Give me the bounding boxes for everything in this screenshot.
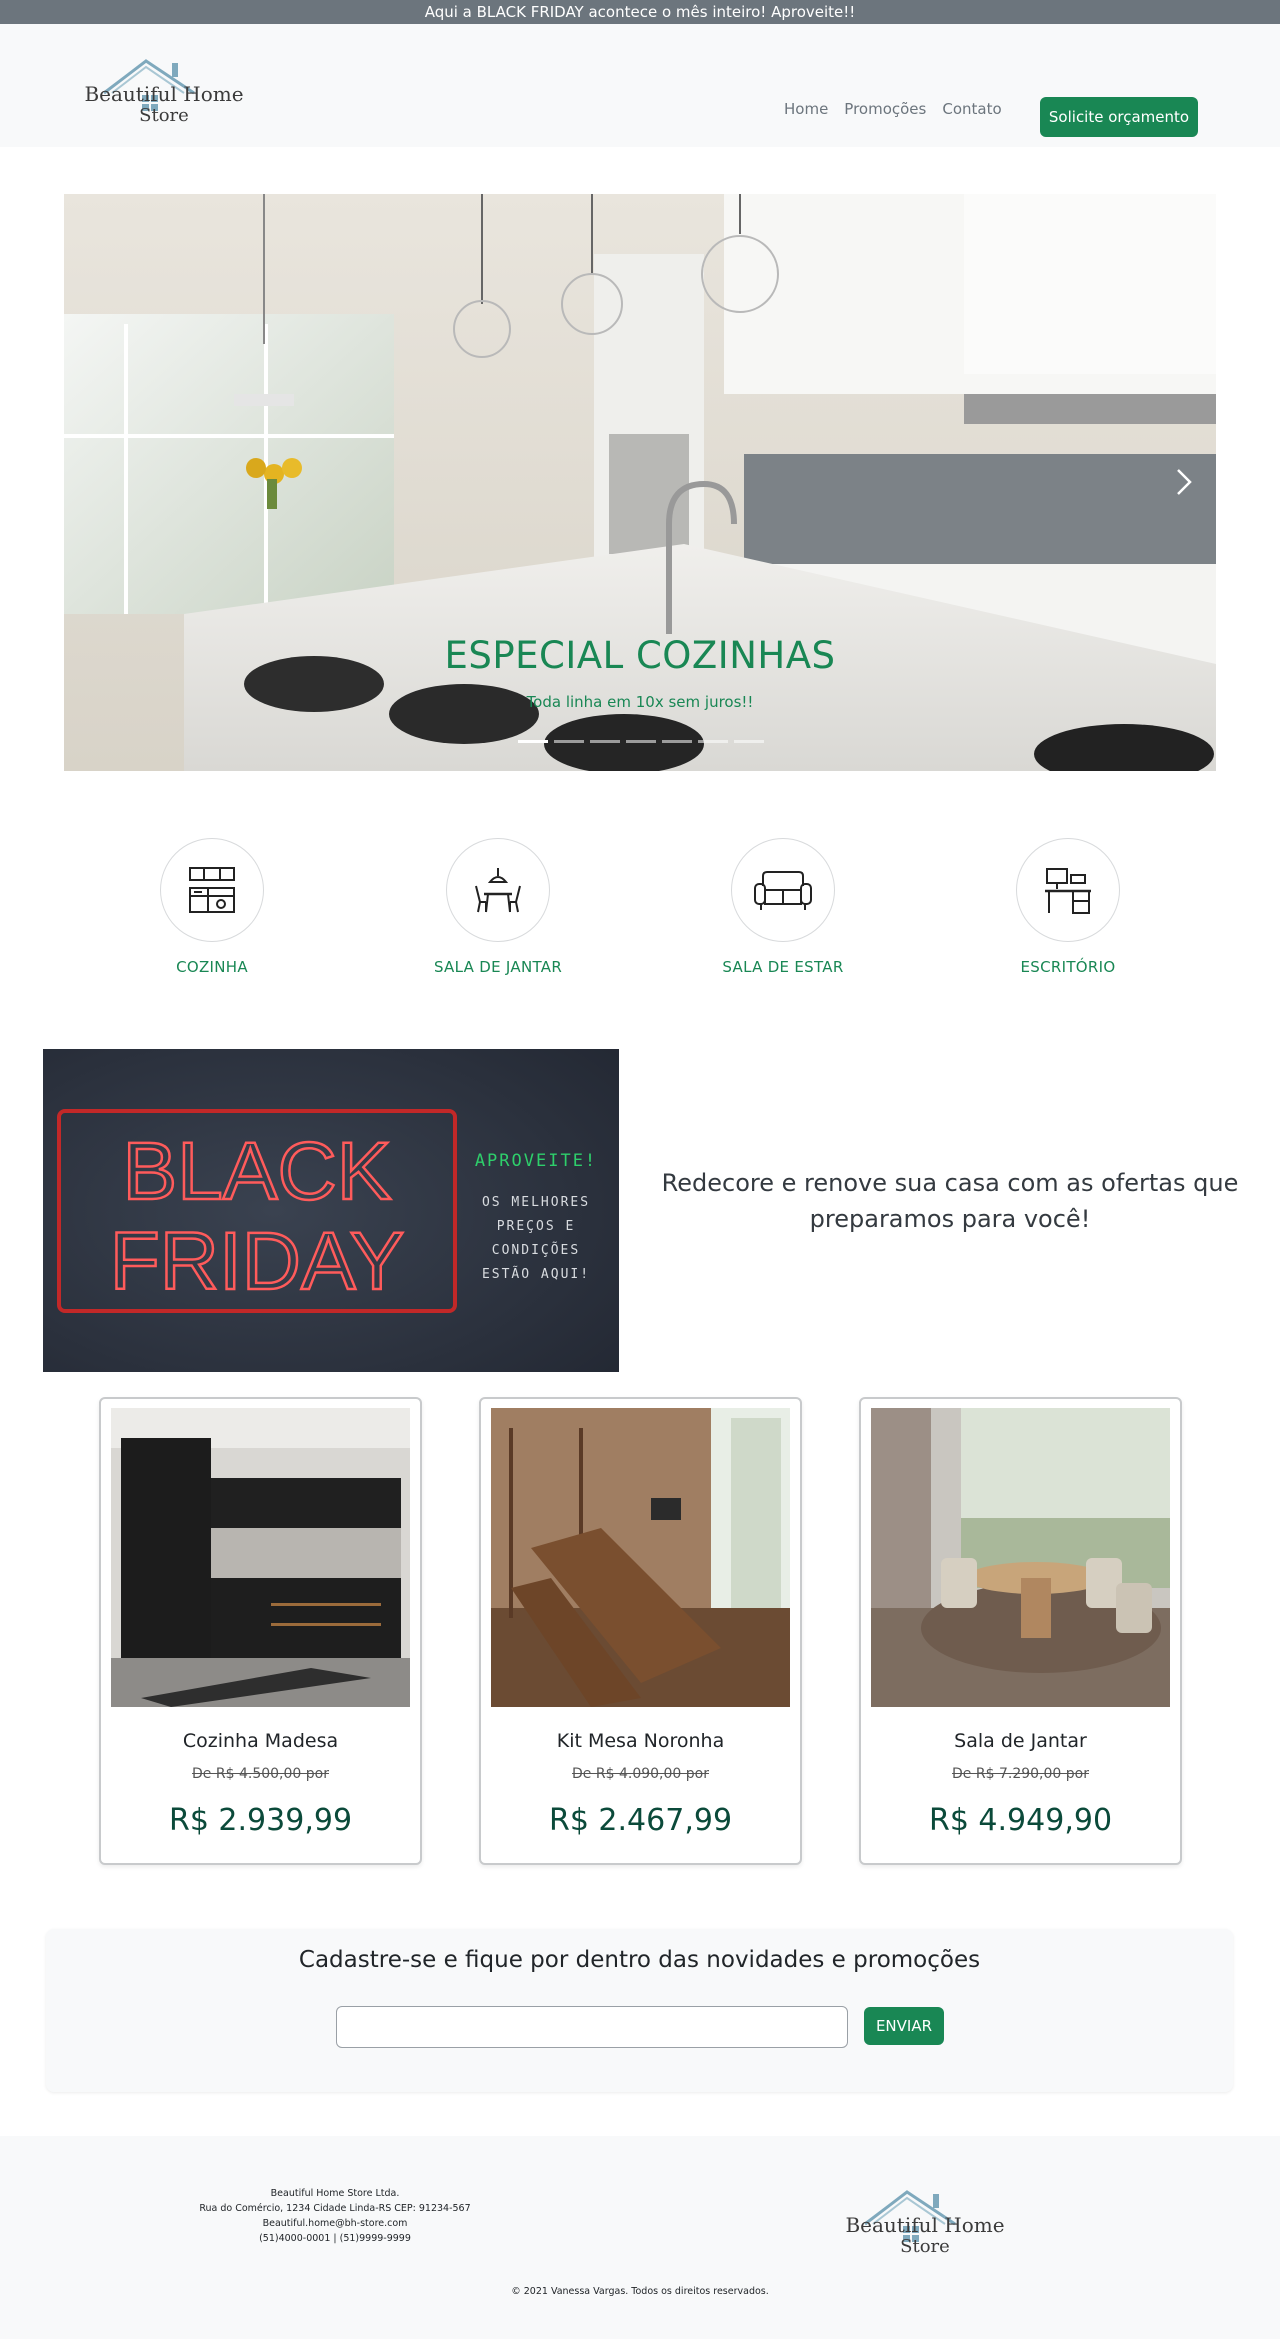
nav-promocoes[interactable]: Promoções [844,100,926,118]
svg-text:Beautiful Home: Beautiful Home [845,2213,1004,2237]
category-cozinha[interactable]: COZINHA [112,838,312,976]
carousel-indicator[interactable] [662,740,692,743]
footer-email[interactable]: Beautiful.home@bh-store.com [170,2216,500,2231]
footer-copyright: © 2021 Vanessa Vargas. Todos os direitos… [511,2286,769,2297]
nav-home[interactable]: Home [784,100,828,118]
newsletter-section: Cadastre-se e fique por dentro das novid… [46,1929,1233,2092]
nav-contato[interactable]: Contato [942,100,1001,118]
carousel-next-button[interactable] [1174,468,1194,496]
footer-logo: Beautiful Home Store [845,2180,1005,2260]
carousel-indicator[interactable] [734,740,764,743]
category-label: SALA DE ESTAR [722,958,844,976]
product-name: Cozinha Madesa [182,1730,339,1752]
newsletter-email-input[interactable] [336,2006,848,2048]
chevron-right-icon [1177,469,1192,495]
svg-text:Beautiful Home: Beautiful Home [84,82,243,106]
dining-room-product-image [871,1408,1170,1707]
product-card[interactable]: Sala de Jantar De R$ 7.290,00 por R$ 4.9… [859,1397,1182,1865]
product-card[interactable]: Cozinha Madesa De R$ 4.500,00 por R$ 2.9… [99,1397,422,1865]
footer: Beautiful Home Store Ltda. Rua do Comérc… [0,2136,1280,2339]
category-icon-circle [1016,838,1120,942]
category-icon-circle [731,838,835,942]
sofa-icon [754,871,812,910]
page: Aqui a BLACK FRIDAY acontece o mês intei… [0,0,1280,2339]
category-list: COZINHA SALA DE JANTAR SALA DE ESTAR ESC… [0,838,1280,978]
carousel-indicator[interactable] [626,740,656,743]
dining-table-icon [475,868,521,913]
carousel-indicator[interactable] [590,740,620,743]
svg-text:CONDIÇÕES: CONDIÇÕES [492,1242,580,1258]
svg-text:APROVEITE!: APROVEITE! [475,1151,597,1171]
product-card[interactable]: Kit Mesa Noronha De R$ 4.090,00 por R$ 2… [479,1397,802,1865]
footer-contact-info: Beautiful Home Store Ltda. Rua do Comérc… [170,2186,500,2246]
dining-table-product-image [491,1408,790,1707]
svg-text:BLACK: BLACK [123,1126,392,1217]
product-old-price: De R$ 7.290,00 por [952,1766,1089,1782]
house-logo-icon: Beautiful Home Store [845,2190,1005,2257]
category-escritorio[interactable]: ESCRITÓRIO [968,838,1168,976]
carousel-subtitle: Toda linha em 10x sem juros!! [526,693,754,711]
carousel-indicators [518,740,764,743]
carousel-caption: ESPECIAL COZINHAS Toda linha em 10x sem … [64,634,1216,711]
black-friday-banner-image: BLACK FRIDAY APROVEITE! OS MELHORES PREÇ… [43,1049,619,1372]
product-name: Sala de Jantar [954,1730,1087,1752]
product-image [491,1408,790,1707]
product-name: Kit Mesa Noronha [556,1730,725,1752]
announcement-text: Aqui a BLACK FRIDAY acontece o mês intei… [424,3,856,21]
category-label: COZINHA [176,958,248,976]
product-price: R$ 2.939,99 [168,1803,353,1838]
nav-links: Home Promoções Contato [784,100,1002,118]
house-logo-icon: Beautiful Home Store [84,59,244,126]
black-friday-banner: BLACK FRIDAY APROVEITE! OS MELHORES PREÇ… [43,1049,619,1372]
category-sala-de-jantar[interactable]: SALA DE JANTAR [398,838,598,976]
newsletter-title: Cadastre-se e fique por dentro das novid… [298,1947,981,1973]
hero-carousel: ESPECIAL COZINHAS Toda linha em 10x sem … [64,194,1216,771]
category-label: SALA DE JANTAR [433,958,563,976]
announcement-bar: Aqui a BLACK FRIDAY acontece o mês intei… [0,0,1280,24]
product-old-price: De R$ 4.500,00 por [192,1766,329,1782]
svg-text:Store: Store [900,2236,950,2257]
product-old-price: De R$ 4.090,00 por [572,1766,709,1782]
svg-text:FRIDAY: FRIDAY [110,1216,405,1307]
kitchen-product-image [111,1408,410,1707]
carousel-indicator[interactable] [554,740,584,743]
svg-text:PREÇOS E: PREÇOS E [497,1219,576,1234]
carousel-title: ESPECIAL COZINHAS [444,634,836,677]
footer-phones: (51)4000-0001 | (51)9999-9999 [259,2233,411,2244]
navbar: Beautiful Home Store Home Promoções Cont… [0,24,1280,147]
svg-text:Store: Store [139,105,189,126]
category-sala-de-estar[interactable]: SALA DE ESTAR [683,838,883,976]
brand-logo[interactable]: Beautiful Home Store [84,49,244,129]
footer-company: Beautiful Home Store Ltda. [270,2188,400,2199]
newsletter-submit-button[interactable]: ENVIAR [864,2007,944,2045]
svg-text:ESTÃO AQUI!: ESTÃO AQUI! [482,1266,590,1282]
request-quote-button[interactable]: Solicite orçamento [1040,97,1198,137]
category-icon-circle [160,838,264,942]
carousel-indicator[interactable] [518,740,548,743]
product-image [871,1408,1170,1707]
product-image [111,1408,410,1707]
office-desk-icon [1045,868,1091,914]
product-price: R$ 2.467,99 [548,1803,733,1838]
kitchen-icon [189,867,235,913]
product-price: R$ 4.949,90 [928,1803,1113,1838]
carousel-indicator[interactable] [698,740,728,743]
category-label: ESCRITÓRIO [1020,958,1116,976]
category-icon-circle [446,838,550,942]
svg-text:OS MELHORES: OS MELHORES [482,1195,590,1210]
promo-text: Redecore e renove sua casa com as oferta… [661,1169,1239,1233]
footer-address: Rua do Comércio, 1234 Cidade Linda-RS CE… [199,2203,471,2214]
